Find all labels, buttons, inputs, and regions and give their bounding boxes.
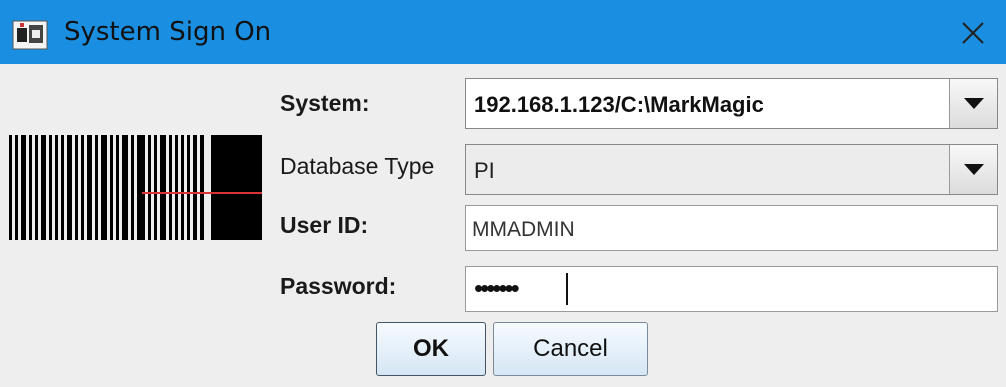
- app-icon: [12, 20, 48, 50]
- cancel-button[interactable]: Cancel: [493, 322, 648, 376]
- window-title: System Sign On: [64, 17, 272, 47]
- database-type-label: Database Type: [280, 153, 435, 179]
- database-type-dropdown-button[interactable]: [949, 145, 997, 194]
- chevron-down-icon: [963, 97, 984, 109]
- password-label: Password:: [280, 273, 397, 299]
- database-type-value: PI: [474, 158, 495, 183]
- user-id-field[interactable]: MMADMIN: [465, 205, 998, 251]
- ok-button[interactable]: OK: [376, 322, 486, 376]
- user-id-label: User ID:: [280, 212, 369, 238]
- chevron-down-icon: [963, 163, 984, 175]
- system-combo[interactable]: 192.168.1.123/C:\MarkMagic: [465, 78, 998, 129]
- password-value: •••••••: [474, 273, 520, 303]
- database-type-combo[interactable]: PI: [465, 144, 998, 195]
- title-bar: System Sign On: [0, 0, 1006, 64]
- password-field[interactable]: •••••••: [465, 266, 998, 312]
- user-id-value: MMADMIN: [472, 218, 575, 241]
- system-dropdown-button[interactable]: [949, 79, 997, 128]
- system-value: 192.168.1.123/C:\MarkMagic: [474, 92, 764, 117]
- barcode-image: [9, 135, 262, 240]
- text-caret: [566, 273, 568, 305]
- close-icon: [962, 22, 984, 44]
- system-label: System:: [280, 90, 370, 116]
- close-button[interactable]: [950, 10, 996, 56]
